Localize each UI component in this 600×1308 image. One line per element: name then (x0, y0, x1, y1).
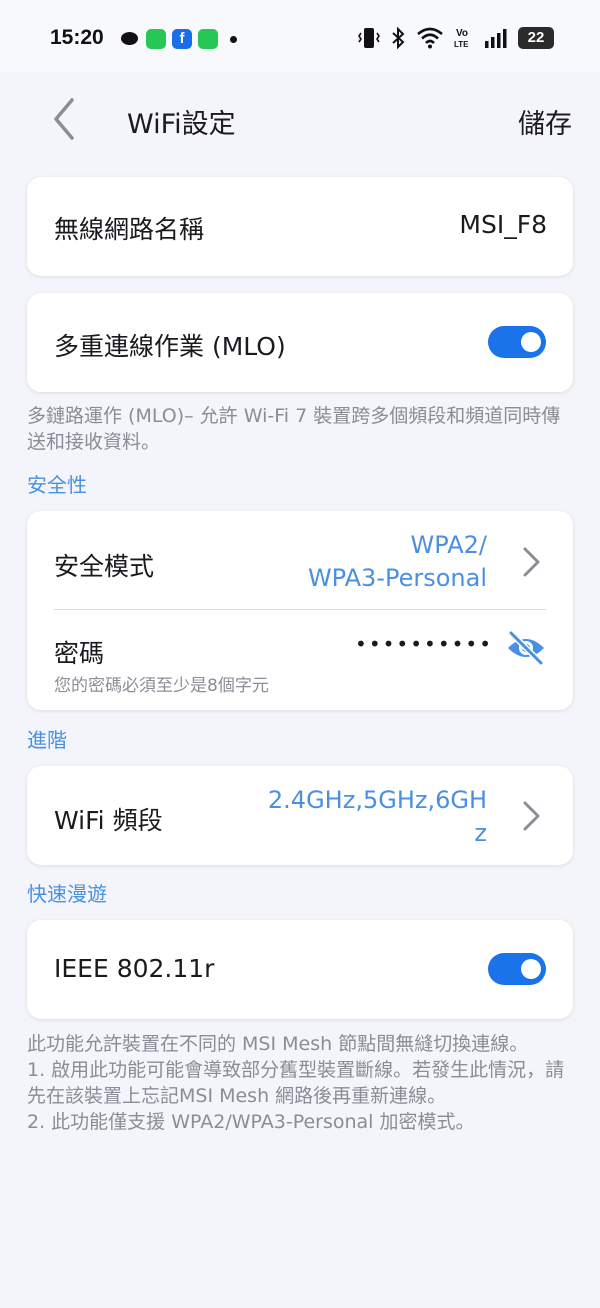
wifi-band-label: WiFi 頻段 (54, 806, 163, 835)
password-row: 密碼 您的密碼必須至少是8個字元 •••••••••• (27, 610, 573, 710)
status-time: 15:20 (50, 26, 104, 49)
wifi-band-value-line2: z (474, 819, 487, 847)
mlo-description: 多鏈路運作 (MLO)– 允許 Wi-Fi 7 裝置跨多個頻段和頻道同時傳送和接… (27, 405, 561, 453)
wifi-band-value-line1: 2.4GHz,5GHz,6GH (267, 786, 487, 814)
system-icons: Vo LTE 22 (358, 26, 554, 50)
volte-icon: Vo LTE (454, 28, 469, 49)
roaming-desc-line2: 1. 啟用此功能可能會導致部分舊型裝置斷線。若發生此情況，請先在該裝置上忘記MS… (27, 1059, 565, 1107)
chevron-right-icon (523, 547, 540, 577)
security-mode-value: WPA2/ WPA3-Personal (308, 529, 487, 595)
more-notifications-dot (230, 35, 237, 43)
page-title: WiFi設定 (127, 109, 236, 140)
ieee80211r-toggle[interactable] (488, 953, 546, 985)
chat-bubble-icon (120, 29, 140, 49)
roaming-description: 此功能允許裝置在不同的 MSI Mesh 節點間無縫切換連線。 1. 啟用此功能… (27, 1031, 567, 1135)
header: WiFi設定 儲存 (0, 80, 600, 160)
security-card: 安全模式 WPA2/ WPA3-Personal 密碼 您的密碼必須至少是8個字… (27, 511, 573, 710)
facebook-icon: f (172, 29, 192, 49)
security-mode-value-line2: WPA3-Personal (307, 564, 487, 592)
status-bar: 15:20 f Vo LTE 22 (0, 0, 600, 72)
section-title-advanced: 進階 (27, 728, 67, 752)
app-icon (198, 29, 218, 49)
roaming-desc-line1: 此功能允許裝置在不同的 MSI Mesh 節點間無縫切換連線。 (27, 1033, 529, 1055)
toggle-knob (521, 959, 541, 979)
network-name-value: MSI_F8 (459, 210, 547, 239)
signal-icon (485, 29, 507, 48)
line-icon (146, 29, 166, 49)
security-mode-value-line1: WPA2/ (410, 531, 487, 559)
wifi-icon (417, 27, 443, 49)
svg-text:LTE: LTE (454, 40, 469, 49)
section-title-security: 安全性 (27, 473, 87, 497)
vibrate-icon (358, 28, 380, 48)
password-hint: 您的密碼必須至少是8個字元 (54, 676, 269, 696)
battery-icon: 22 (518, 27, 554, 49)
notification-icons: f (120, 29, 237, 49)
section-title-roaming: 快速漫遊 (27, 882, 107, 906)
ieee80211r-row: IEEE 802.11r (27, 920, 573, 1019)
chevron-right-icon (523, 801, 540, 831)
security-mode-row[interactable]: 安全模式 WPA2/ WPA3-Personal (27, 511, 573, 609)
svg-text:Vo: Vo (456, 28, 468, 39)
network-name-label: 無線網路名稱 (54, 215, 205, 244)
back-button[interactable] (44, 94, 84, 144)
network-name-row[interactable]: 無線網路名稱 MSI_F8 (27, 177, 573, 276)
wifi-band-row[interactable]: WiFi 頻段 2.4GHz,5GHz,6GH z (27, 766, 573, 865)
roaming-desc-line3: 2. 此功能僅支援 WPA2/WPA3-Personal 加密模式。 (27, 1111, 475, 1133)
mlo-toggle[interactable] (488, 326, 546, 358)
save-button[interactable]: 儲存 (518, 102, 572, 141)
password-field[interactable]: •••••••••• (355, 632, 493, 656)
mlo-row: 多重連線作業 (MLO) (27, 293, 573, 392)
bluetooth-icon (392, 26, 405, 50)
security-mode-label: 安全模式 (54, 552, 155, 581)
password-label: 密碼 (54, 639, 105, 668)
wifi-band-value: 2.4GHz,5GHz,6GH z (268, 784, 487, 850)
eye-off-icon[interactable] (505, 630, 547, 666)
toggle-knob (521, 332, 541, 352)
ieee80211r-label: IEEE 802.11r (54, 954, 215, 983)
mlo-label: 多重連線作業 (MLO) (54, 332, 286, 361)
